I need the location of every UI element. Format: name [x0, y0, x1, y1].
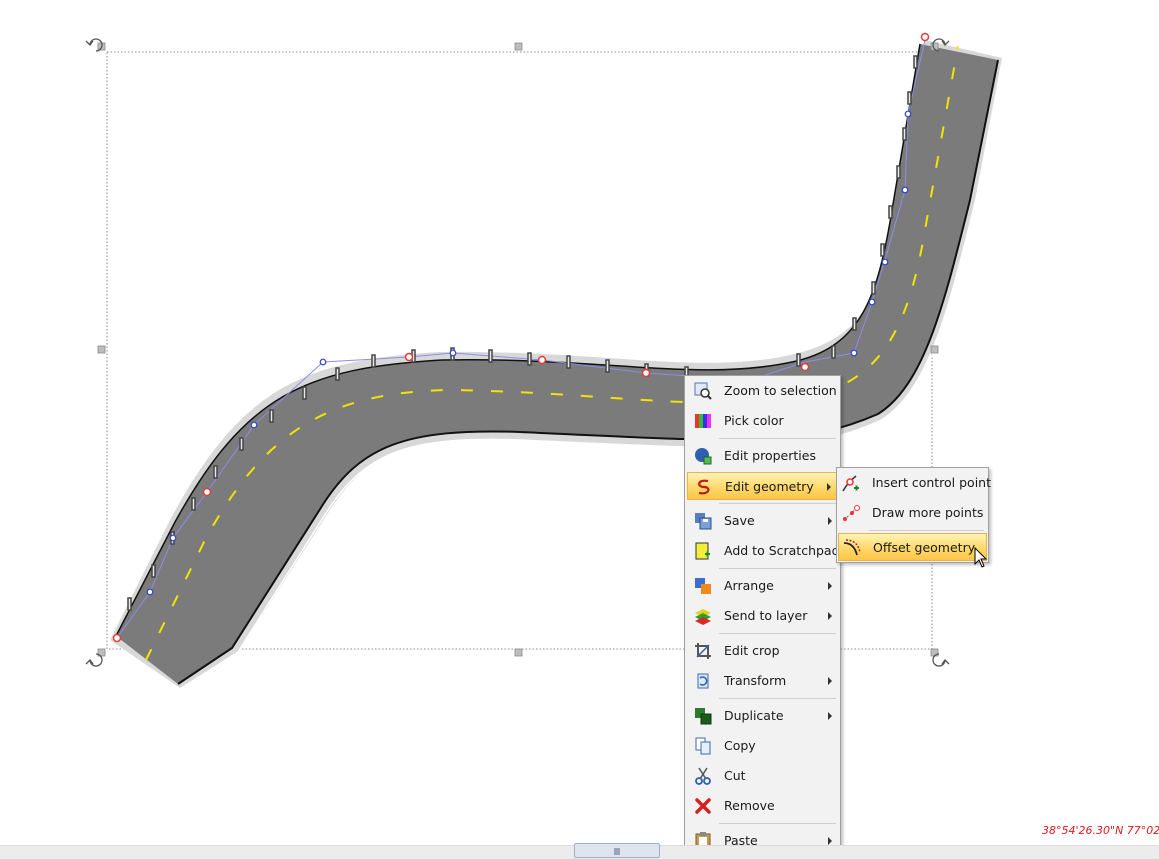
submenu-arrow-icon [828, 517, 832, 525]
edit-properties-icon [694, 447, 712, 465]
insert-point-icon [842, 474, 860, 492]
map-canvas[interactable] [0, 0, 1159, 845]
scissors-icon [694, 767, 712, 785]
scrollbar-thumb[interactable] [574, 843, 660, 858]
duplicate-icon [694, 707, 712, 725]
status-coordinates: 38°54'26.30"N 77°02'1 [1042, 824, 1159, 837]
menu-separator [719, 698, 836, 699]
menu-item-add-to-scratchpad[interactable]: Add to Scratchpad [687, 537, 840, 565]
menu-separator [719, 633, 836, 634]
edit-geometry-icon [695, 478, 713, 496]
menu-item-zoom-to-selection[interactable]: Zoom to selection [687, 377, 838, 405]
menu-item-pick-color[interactable]: Pick color [687, 407, 838, 435]
transform-icon [694, 672, 712, 690]
layers-icon [694, 607, 712, 625]
edit-geometry-submenu: Insert control point Draw more points Of… [836, 467, 991, 563]
menu-item-edit-geometry[interactable]: Edit geometry [687, 472, 838, 500]
remove-x-icon [694, 797, 712, 815]
menu-item-edit-crop[interactable]: Edit crop [687, 637, 838, 665]
menu-item-transform[interactable]: Transform [687, 667, 838, 695]
menu-separator [719, 823, 836, 824]
menu-item-insert-control-point[interactable]: Insert control point [838, 469, 991, 497]
submenu-arrow-icon [827, 483, 831, 491]
menu-item-save[interactable]: Save [687, 507, 838, 535]
submenu-arrow-icon [828, 582, 832, 590]
crop-icon [694, 642, 712, 660]
submenu-arrow-icon [828, 612, 832, 620]
menu-separator [719, 568, 836, 569]
road-drawing[interactable] [0, 0, 1159, 845]
menu-item-draw-more-points[interactable]: Draw more points [838, 499, 987, 527]
scratchpad-icon [694, 542, 712, 560]
menu-separator [869, 530, 984, 531]
context-menu: Zoom to selection Pick color Edit proper… [684, 375, 841, 859]
draw-points-icon [842, 504, 860, 522]
road-surface [116, 44, 998, 684]
menu-item-cut[interactable]: Cut [687, 762, 838, 790]
submenu-arrow-icon [828, 712, 832, 720]
offset-geometry-icon [843, 539, 861, 557]
pick-color-icon [694, 412, 712, 430]
submenu-arrow-icon [828, 837, 832, 845]
save-icon [694, 512, 712, 530]
arrange-icon [694, 577, 712, 595]
copy-icon [694, 737, 712, 755]
scrollbar-grip-icon [614, 848, 620, 855]
menu-item-remove[interactable]: Remove [687, 792, 838, 820]
menu-item-offset-geometry[interactable]: Offset geometry [838, 533, 987, 561]
menu-item-send-to-layer[interactable]: Send to layer [687, 602, 838, 630]
menu-item-arrange[interactable]: Arrange [687, 572, 838, 600]
mouse-cursor-icon [974, 547, 988, 568]
menu-item-duplicate[interactable]: Duplicate [687, 702, 838, 730]
menu-separator [719, 503, 836, 504]
menu-separator [719, 438, 836, 439]
zoom-to-selection-icon [694, 382, 712, 400]
menu-item-copy[interactable]: Copy [687, 732, 838, 760]
menu-item-edit-properties[interactable]: Edit properties [687, 442, 838, 470]
submenu-arrow-icon [828, 677, 832, 685]
